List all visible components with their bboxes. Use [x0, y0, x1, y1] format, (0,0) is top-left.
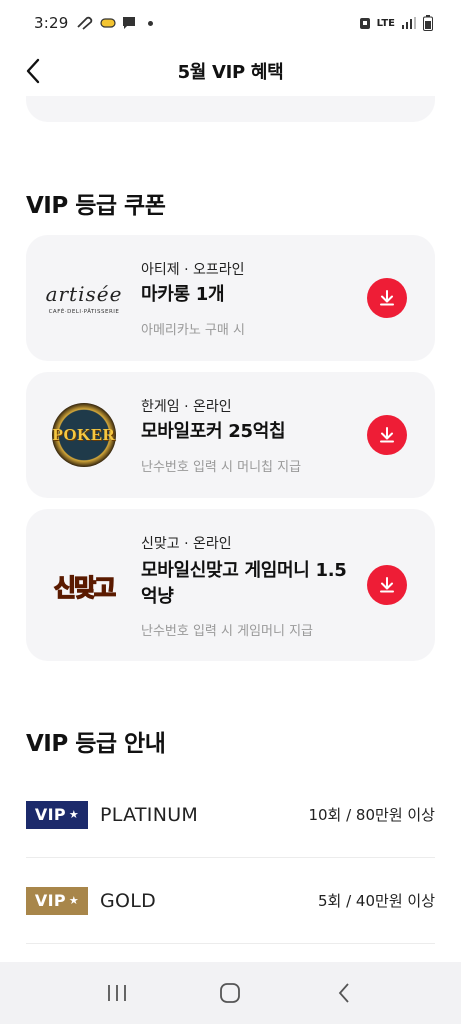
- recents-button[interactable]: [87, 973, 147, 1013]
- recents-icon: [107, 985, 126, 1001]
- app-header: 5월 VIP 혜택: [0, 46, 461, 96]
- grade-condition: 10회 / 80만원 이상: [308, 806, 435, 824]
- matgo-logo: 신맞고: [44, 555, 124, 615]
- nav-back-icon: [338, 983, 349, 1003]
- artisee-logo-sub: CAFÉ·DELI·PÂTISSERIE: [48, 308, 120, 315]
- status-time: 3:29: [34, 14, 69, 32]
- page-title: 5월 VIP 혜택: [177, 62, 284, 83]
- coupon-card-poker[interactable]: POKER 한게임 · 온라인 모바일포커 25억칩 난수번호 입력 시 머니칩…: [26, 372, 435, 498]
- coupon-desc: 아메리카노 구매 시: [141, 323, 245, 338]
- navigation-bar: [0, 962, 461, 1024]
- poker-logo-text: POKER: [52, 425, 116, 444]
- coupon-desc: 난수번호 입력 시 게임머니 지급: [141, 624, 314, 639]
- coupon-desc: 난수번호 입력 시 머니칩 지급: [141, 460, 302, 475]
- vip-badge: VIP ★: [26, 800, 88, 829]
- grade-row-gold: VIP ★ GOLD 5회 / 40만원 이상: [26, 858, 435, 944]
- poker-logo: POKER: [44, 403, 124, 467]
- download-icon: [380, 290, 394, 306]
- vip-badge-label: VIP: [34, 805, 66, 824]
- star-icon: ★: [68, 894, 80, 907]
- home-icon: [220, 983, 241, 1003]
- network-type: LTE: [376, 17, 395, 29]
- chevron-left-icon: [26, 58, 40, 84]
- previous-card: [26, 96, 435, 122]
- grade-section-title: VIP 등급 안내: [26, 731, 166, 757]
- matgo-logo-text: 신맞고: [53, 573, 117, 603]
- vip-badge-label: VIP: [34, 891, 66, 910]
- coupon-name: 모바일신맞고 게임머니 1.5억냥: [141, 560, 347, 607]
- status-bar: 3:29 LTE: [0, 0, 461, 46]
- notification-message-icon: [123, 17, 136, 29]
- coupon-meta: 아티제 · 오프라인: [141, 262, 245, 278]
- star-icon: ★: [68, 808, 80, 821]
- download-button[interactable]: [367, 278, 407, 318]
- download-icon: [380, 577, 394, 593]
- grade-row-platinum: VIP ★ PLATINUM 10회 / 80만원 이상: [26, 772, 435, 858]
- coupon-section-title: VIP 등급 쿠폰: [26, 193, 166, 219]
- nav-back-button[interactable]: [314, 973, 374, 1013]
- notification-dot: [148, 20, 154, 26]
- coupon-name: 모바일포커 25억칩: [141, 421, 286, 442]
- coupon-card-artisee[interactable]: artisée CAFÉ·DELI·PÂTISSERIE 아티제 · 오프라인 …: [26, 235, 435, 361]
- coupon-meta: 신맞고 · 온라인: [141, 536, 232, 552]
- alarm-icon: [359, 18, 370, 29]
- home-button[interactable]: [200, 973, 260, 1013]
- grade-name: PLATINUM: [100, 803, 199, 826]
- artisee-logo-text: artisée: [45, 281, 123, 306]
- notification-pill-icon: [100, 18, 117, 28]
- download-button[interactable]: [367, 415, 407, 455]
- status-right: LTE: [359, 15, 433, 31]
- back-button[interactable]: [16, 54, 50, 88]
- notification-icons: [76, 16, 154, 30]
- coupon-card-matgo[interactable]: 신맞고 신맞고 · 온라인 모바일신맞고 게임머니 1.5억냥 난수번호 입력 …: [26, 509, 435, 661]
- vip-badge: VIP ★: [26, 886, 88, 915]
- grade-condition: 5회 / 40만원 이상: [318, 892, 435, 910]
- download-button[interactable]: [367, 565, 407, 605]
- scroll-content[interactable]: VIP 등급 쿠폰 artisée CAFÉ·DELI·PÂTISSERIE 아…: [0, 96, 461, 962]
- coupon-name: 마카롱 1개: [141, 284, 225, 305]
- coupon-meta: 한게임 · 온라인: [141, 399, 232, 415]
- signal-icon: [402, 17, 416, 29]
- battery-icon: [423, 15, 433, 31]
- download-icon: [380, 427, 394, 443]
- notification-attachment-icon: [77, 16, 93, 30]
- grade-name: GOLD: [100, 889, 157, 912]
- artisee-logo: artisée CAFÉ·DELI·PÂTISSERIE: [44, 268, 124, 328]
